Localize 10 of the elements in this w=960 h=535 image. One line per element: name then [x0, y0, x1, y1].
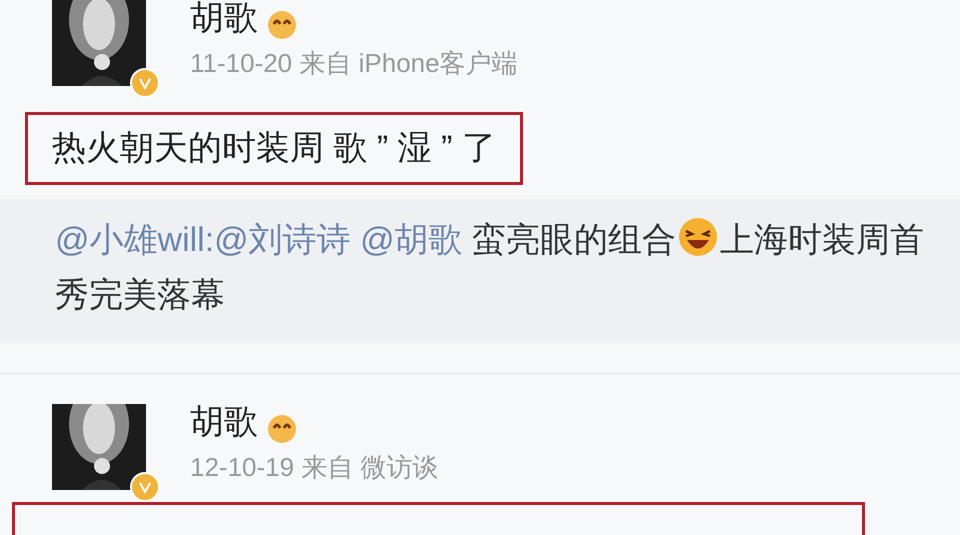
post-source: 来自 iPhone客户端: [299, 46, 518, 80]
post-text: 热火朝天的时装周 歌 ” 湿 ” 了: [52, 129, 496, 167]
emoji-icon: [266, 414, 298, 444]
emoji-icon: [266, 10, 298, 40]
repost-text: @小雄will:@刘诗诗 @胡歌 蛮亮眼的组合 上海时装周首秀完美落幕: [0, 199, 960, 343]
post-date: 11-10-20: [190, 46, 292, 80]
post-source: 来自 微访谈: [301, 450, 439, 484]
author-name[interactable]: 胡歌: [190, 0, 258, 38]
post-date: 12-10-19: [190, 450, 294, 484]
author-name[interactable]: 胡歌: [190, 404, 258, 442]
